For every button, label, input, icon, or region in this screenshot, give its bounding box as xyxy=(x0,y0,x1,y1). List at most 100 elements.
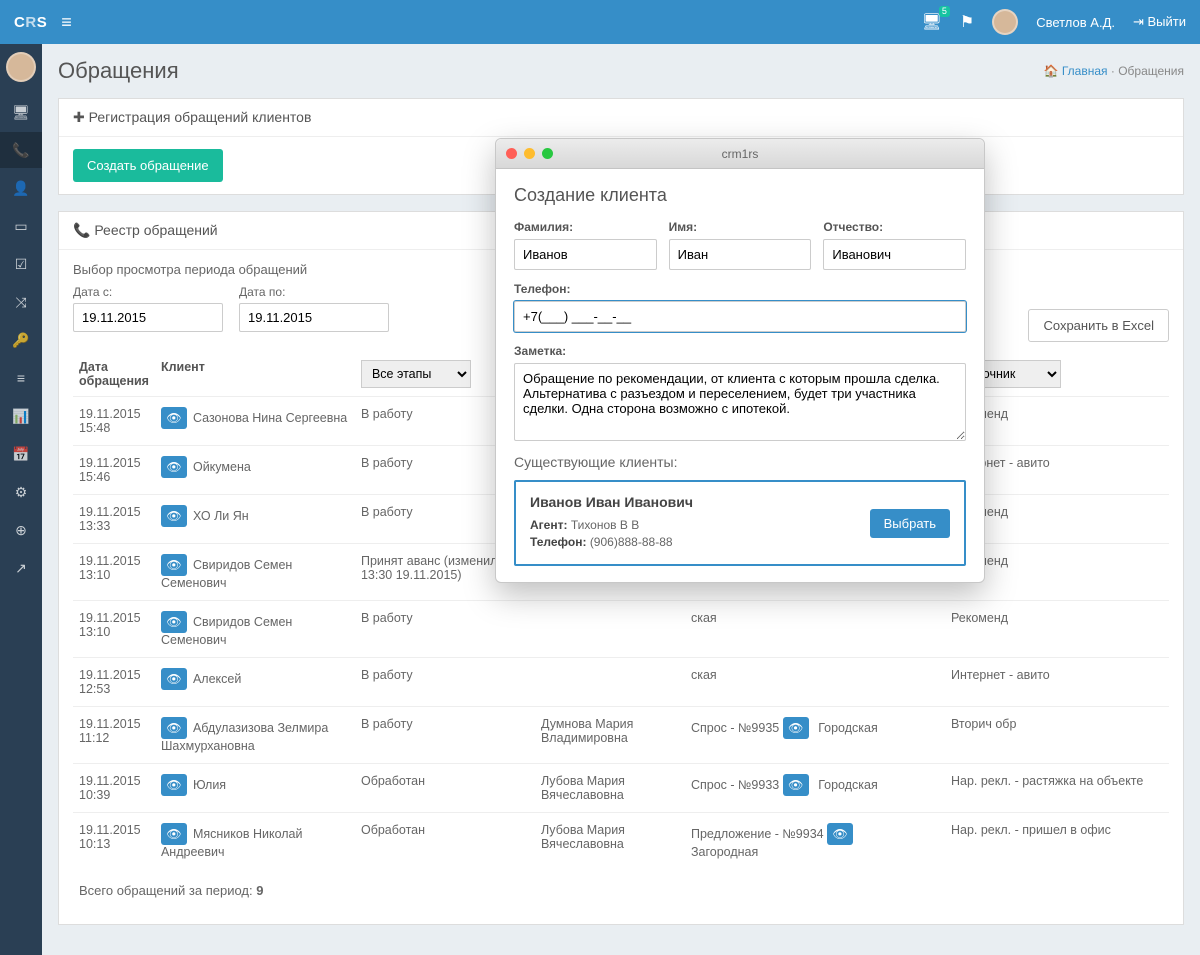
table-row: 19.11.2015 12:53 👁Алексей В работу ская … xyxy=(73,658,1169,707)
existing-client-card: Иванов Иван Иванович Агент: Тихонов В В … xyxy=(514,480,966,566)
lastname-input[interactable] xyxy=(514,239,657,270)
cell-stage: В работу xyxy=(355,707,535,764)
cell-source: Нар. рекл. - растяжка на объекте xyxy=(945,764,1169,813)
view-deal-icon[interactable]: 👁 xyxy=(827,823,853,845)
logout-button[interactable]: ⇥ Выйти xyxy=(1133,14,1186,30)
flag-icon[interactable]: ⚑ xyxy=(960,12,974,32)
cell-client: 👁Мясников Николай Андреевич xyxy=(155,813,355,870)
date-to-label: Дата по: xyxy=(239,285,389,299)
monitor-icon[interactable]: 🖥5 xyxy=(922,12,942,32)
cell-client: 👁Сазонова Нина Сергеевна xyxy=(155,397,355,446)
cell-date: 19.11.2015 11:12 xyxy=(73,707,155,764)
check-icon[interactable]: ☑ xyxy=(0,246,42,282)
view-client-icon[interactable]: 👁 xyxy=(161,554,187,576)
phone-label: Телефон: xyxy=(514,282,966,296)
existing-client-name: Иванов Иван Иванович xyxy=(530,494,693,510)
cell-source: Рекоменд xyxy=(945,601,1169,658)
view-client-icon[interactable]: 👁 xyxy=(161,407,187,429)
modal-window-title: crm1rs xyxy=(496,147,984,161)
col-date: Дата обращения xyxy=(73,352,155,397)
create-request-button[interactable]: Создать обращение xyxy=(73,149,223,182)
view-client-icon[interactable]: 👁 xyxy=(161,456,187,478)
cell-date: 19.11.2015 10:39 xyxy=(73,764,155,813)
cell-source: Вторич обр xyxy=(945,707,1169,764)
date-from-label: Дата с: xyxy=(73,285,223,299)
cell-agent xyxy=(535,601,685,658)
save-excel-button[interactable]: Сохранить в Excel xyxy=(1028,309,1169,342)
total-row: Всего обращений за период: 9 xyxy=(73,869,1169,912)
logo: CRS xyxy=(14,14,47,31)
modal-titlebar[interactable]: crm1rs xyxy=(496,139,984,169)
globe-icon[interactable]: ⊕ xyxy=(0,512,42,548)
tablet-icon[interactable]: ▭ xyxy=(0,208,42,244)
view-deal-icon[interactable]: 👁 xyxy=(783,774,809,796)
cell-deal: Предложение - №9934 👁 Загородная xyxy=(685,813,885,870)
cell-deal: ская xyxy=(685,601,885,658)
cell-client: 👁ХО Ли Ян xyxy=(155,495,355,544)
phone-input[interactable] xyxy=(514,301,966,332)
cell-agent: Лубова Мария Вячеславовна xyxy=(535,813,685,870)
breadcrumb: 🏠 Главная · Обращения xyxy=(1044,64,1184,78)
note-label: Заметка: xyxy=(514,344,966,358)
select-client-button[interactable]: Выбрать xyxy=(870,509,950,538)
date-from-input[interactable] xyxy=(73,303,223,332)
lastname-label: Фамилия: xyxy=(514,220,657,234)
cell-agent xyxy=(535,658,685,707)
cell-date: 19.11.2015 13:33 xyxy=(73,495,155,544)
key-icon[interactable]: 🔑 xyxy=(0,322,42,358)
date-to-input[interactable] xyxy=(239,303,389,332)
col-client: Клиент xyxy=(155,352,355,397)
firstname-label: Имя: xyxy=(669,220,812,234)
chart-icon[interactable]: 📊 xyxy=(0,398,42,434)
view-deal-icon[interactable]: 👁 xyxy=(783,717,809,739)
view-client-icon[interactable]: 👁 xyxy=(161,505,187,527)
cell-agent: Думнова Мария Владимировна xyxy=(535,707,685,764)
cell-deal: Спрос - №9935 👁 Городская xyxy=(685,707,885,764)
cell-client: 👁Свиридов Семен Семенович xyxy=(155,601,355,658)
sidebar-avatar[interactable] xyxy=(6,52,36,82)
existing-clients-header: Существующие клиенты: xyxy=(514,454,966,470)
modal-title: Создание клиента xyxy=(514,185,966,206)
cell-source: Интернет - авито xyxy=(945,658,1169,707)
avatar[interactable] xyxy=(992,9,1018,35)
cell-client: 👁Юлия xyxy=(155,764,355,813)
table-row: 19.11.2015 10:39 👁Юлия Обработан Лубова … xyxy=(73,764,1169,813)
create-client-modal: crm1rs Создание клиента Фамилия: Имя: От… xyxy=(495,138,985,583)
cell-date: 19.11.2015 15:46 xyxy=(73,446,155,495)
cell-stage: Обработан xyxy=(355,764,535,813)
monitor-icon[interactable]: 🖥 xyxy=(0,94,42,130)
cell-client: 👁Абдулазизова Зелмира Шахмурхановна xyxy=(155,707,355,764)
page-title: Обращения xyxy=(58,58,179,84)
breadcrumb-home[interactable]: Главная xyxy=(1062,64,1108,78)
view-client-icon[interactable]: 👁 xyxy=(161,668,187,690)
middlename-label: Отчество: xyxy=(823,220,966,234)
cell-agent: Лубова Мария Вячеславовна xyxy=(535,764,685,813)
view-client-icon[interactable]: 👁 xyxy=(161,611,187,633)
note-textarea[interactable] xyxy=(514,363,966,441)
menu-toggle-icon[interactable]: ≡ xyxy=(61,12,72,33)
cell-stage: В работу xyxy=(355,658,535,707)
table-row: 19.11.2015 10:13 👁Мясников Николай Андре… xyxy=(73,813,1169,870)
user-icon[interactable]: 👤 xyxy=(0,170,42,206)
settings-icon[interactable]: ⚙ xyxy=(0,474,42,510)
cell-client: 👁Алексей xyxy=(155,658,355,707)
cell-date: 19.11.2015 10:13 xyxy=(73,813,155,870)
view-client-icon[interactable]: 👁 xyxy=(161,774,187,796)
firstname-input[interactable] xyxy=(669,239,812,270)
cell-date: 19.11.2015 15:48 xyxy=(73,397,155,446)
database-icon[interactable]: ≡ xyxy=(0,360,42,396)
view-client-icon[interactable]: 👁 xyxy=(161,717,187,739)
calendar-icon[interactable]: 📅 xyxy=(0,436,42,472)
view-client-icon[interactable]: 👁 xyxy=(161,823,187,845)
table-row: 19.11.2015 11:12 👁Абдулазизова Зелмира Ш… xyxy=(73,707,1169,764)
cell-source: Нар. рекл. - пришел в офис xyxy=(945,813,1169,870)
middlename-input[interactable] xyxy=(823,239,966,270)
shuffle-icon[interactable]: ⤨ xyxy=(0,284,42,320)
table-row: 19.11.2015 13:10 👁Свиридов Семен Семенов… xyxy=(73,601,1169,658)
cell-date: 19.11.2015 13:10 xyxy=(73,601,155,658)
external-link-icon[interactable]: ↗ xyxy=(0,550,42,586)
stage-filter-select[interactable]: Все этапы xyxy=(361,360,471,388)
cell-client: 👁Ойкумена xyxy=(155,446,355,495)
cell-deal: ская xyxy=(685,658,885,707)
phone-icon[interactable]: 📞 xyxy=(0,132,42,168)
